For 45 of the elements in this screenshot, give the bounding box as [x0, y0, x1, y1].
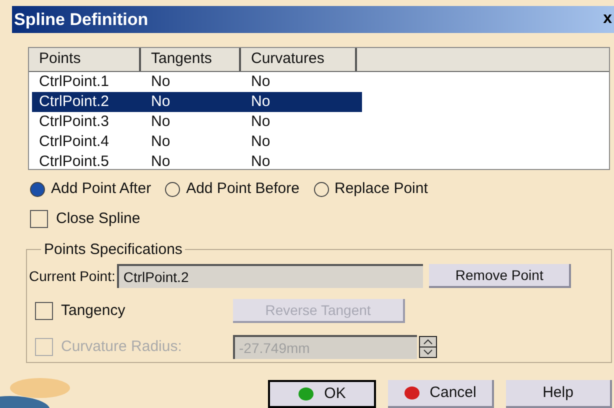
table-cell-text: CtrlPoint.3	[38, 112, 110, 132]
current-point-label: Current Point:	[29, 266, 116, 286]
table-cell-text: No	[250, 152, 272, 170]
table-cell-text: CtrlPoint.5	[38, 152, 110, 170]
table-row[interactable]: CtrlPoint.4 No No	[32, 132, 362, 152]
table-cell-text: No	[150, 112, 172, 132]
column-header[interactable]: Curvatures	[241, 48, 357, 71]
table-cell-text: CtrlPoint.2	[38, 92, 110, 112]
table-cell-text: CtrlPoint.1	[38, 72, 110, 92]
table-cell-text: No	[150, 92, 172, 112]
table-row[interactable]: CtrlPoint.1 No No	[32, 72, 362, 92]
current-point-field[interactable]: CtrlPoint.2	[117, 264, 424, 288]
checkbox[interactable]	[30, 210, 48, 228]
checkbox-label: Tangency	[61, 301, 126, 322]
table-row[interactable]: CtrlPoint.5 No No	[32, 152, 362, 170]
spinner-icon[interactable]	[419, 336, 437, 358]
radio-label: Add Point After	[51, 179, 152, 200]
table-cell-text: No	[250, 112, 272, 132]
table-cell-text: No	[250, 132, 272, 152]
radio-button[interactable]	[30, 182, 45, 197]
radio-button[interactable]	[314, 182, 328, 197]
table-cell-text: CtrlPoint.4	[38, 132, 110, 152]
dot-icon	[404, 386, 420, 400]
table-row[interactable]: CtrlPoint.2 No No	[32, 92, 362, 112]
radio-label: Add Point Before	[186, 179, 300, 200]
table-cell-text: No	[150, 152, 172, 170]
checkbox[interactable]	[35, 302, 53, 320]
checkbox-label: Curvature Radius:	[61, 337, 182, 358]
table-cell-text: No	[250, 72, 272, 92]
close-button[interactable]: x	[603, 7, 614, 32]
radio-label: Replace Point	[334, 179, 428, 200]
table-cell-text: No	[250, 92, 272, 112]
cancel-button[interactable]: Cancel	[388, 380, 494, 408]
checkbox-label: Close Spline	[56, 209, 140, 230]
table-cell-text: No	[150, 72, 172, 92]
ok-button[interactable]: OK	[268, 380, 376, 408]
column-header[interactable]: Points	[29, 48, 141, 71]
column-header[interactable]: Tangents	[141, 48, 241, 71]
radio-button[interactable]	[165, 182, 180, 197]
table-cell-text: No	[150, 132, 172, 152]
dot-icon	[298, 387, 314, 401]
window-title: Spline Definition	[14, 8, 148, 31]
table-row[interactable]: CtrlPoint.3 No No	[32, 112, 362, 132]
help-button[interactable]: Help	[506, 380, 612, 408]
remove-point-button[interactable]: Remove Point	[429, 264, 572, 288]
